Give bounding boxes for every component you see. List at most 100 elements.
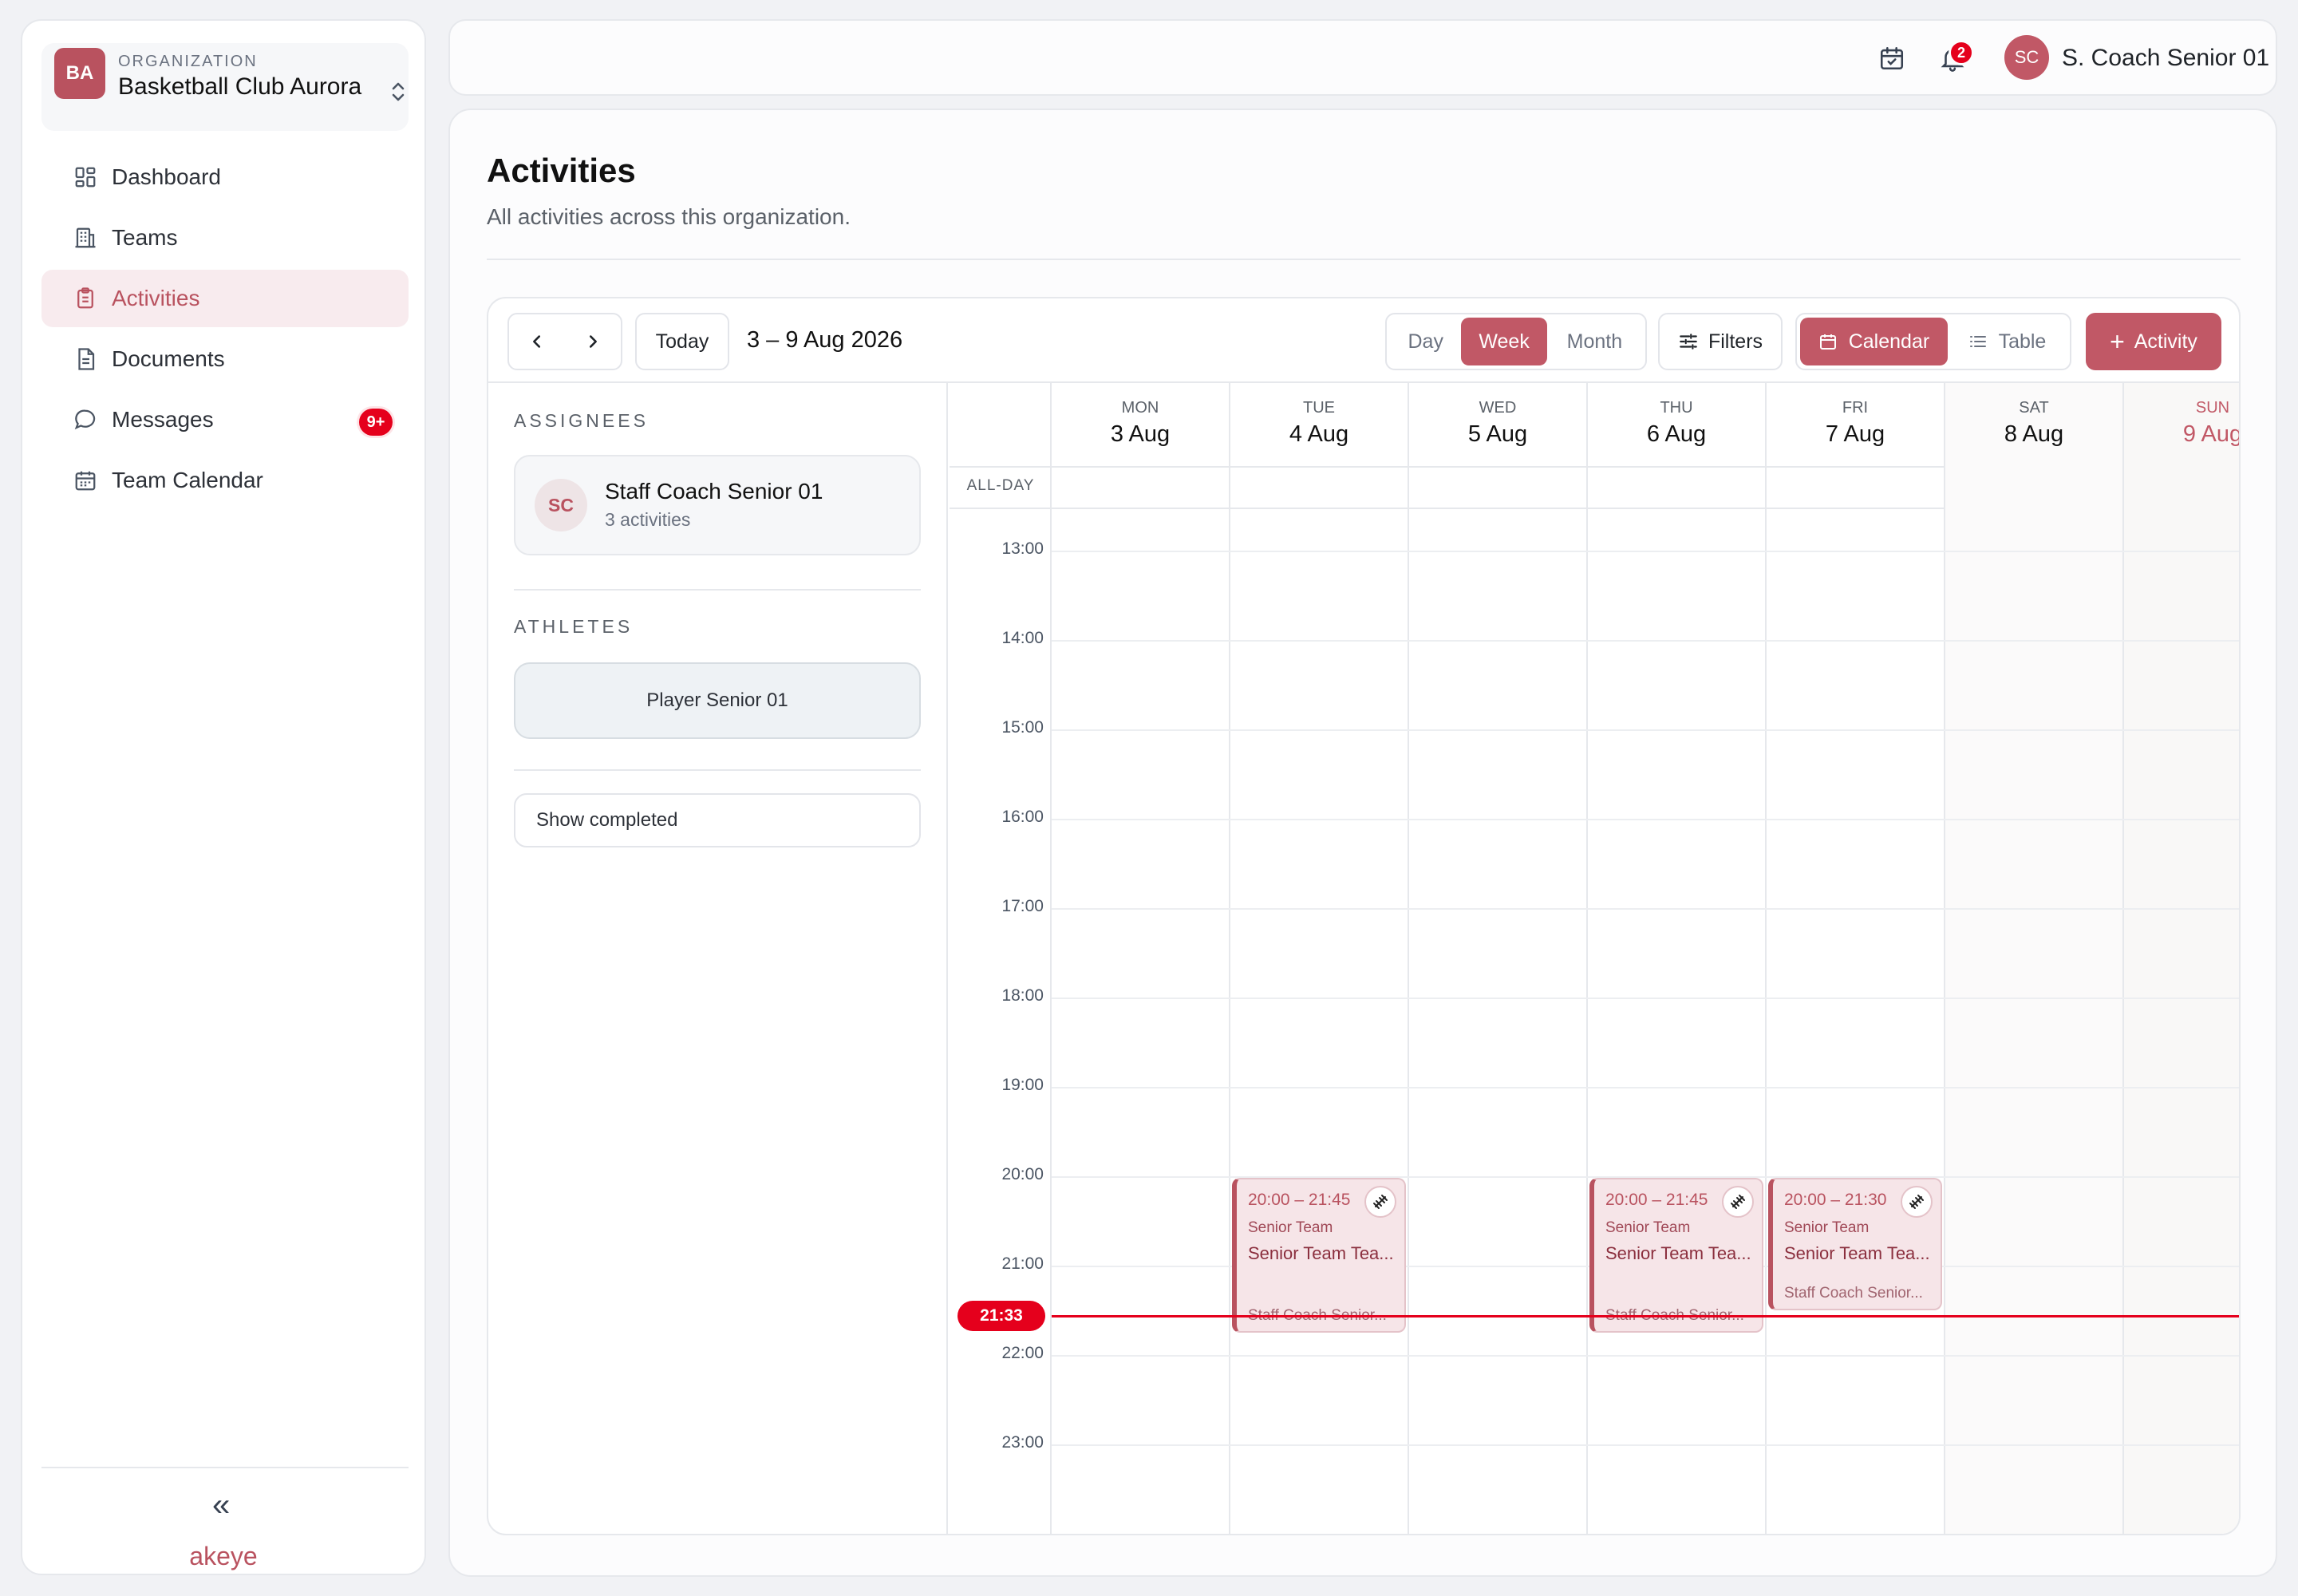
notification-badge: 2 xyxy=(1949,40,1974,65)
sidebar-divider xyxy=(41,1467,409,1468)
sidebar-nav: Dashboard Teams Activities Documents Mes… xyxy=(41,148,409,512)
next-week-button[interactable] xyxy=(565,314,621,369)
collapse-sidebar-button[interactable]: « xyxy=(212,1489,230,1521)
assignee-card[interactable]: SC Staff Coach Senior 01 3 activities xyxy=(514,455,921,555)
chevron-right-icon xyxy=(589,335,597,348)
sidebar-item-dashboard[interactable]: Dashboard xyxy=(41,148,409,206)
day-column-fri[interactable]: FRI 7 Aug xyxy=(1767,383,1945,1534)
day-header[interactable]: FRI 7 Aug xyxy=(1767,383,1944,466)
sidebar-item-label: Activities xyxy=(112,286,200,310)
filter-column: ASSIGNEES SC Staff Coach Senior 01 3 act… xyxy=(488,383,948,1534)
calendar-mode-button[interactable]: Calendar xyxy=(1800,318,1948,365)
add-activity-button[interactable]: + Activity xyxy=(2086,313,2221,370)
event-time: 20:00 – 21:30 xyxy=(1784,1191,1887,1209)
day-header[interactable]: THU 6 Aug xyxy=(1588,383,1765,466)
sidebar-item-teams[interactable]: Teams xyxy=(41,209,409,267)
view-day-button[interactable]: Day xyxy=(1390,318,1461,365)
event-title: Senior Team Tea... xyxy=(1605,1243,1751,1263)
prev-week-button[interactable] xyxy=(509,314,565,369)
hour-label: 19:00 xyxy=(1001,1076,1044,1094)
document-icon xyxy=(73,347,97,371)
building-icon xyxy=(73,226,97,250)
view-switcher: Day Week Month xyxy=(1385,313,1647,370)
event-team: Senior Team xyxy=(1784,1219,1870,1236)
event-time: 20:00 – 21:45 xyxy=(1605,1191,1708,1209)
day-date: 4 Aug xyxy=(1289,421,1349,447)
day-name: WED xyxy=(1479,399,1517,417)
assignee-activity-count: 3 activities xyxy=(605,509,691,530)
sidebar-item-label: Teams xyxy=(112,225,178,250)
date-nav xyxy=(507,313,622,370)
event-title: Senior Team Tea... xyxy=(1248,1243,1394,1263)
add-activity-label: Activity xyxy=(2134,330,2197,353)
view-week-button[interactable]: Week xyxy=(1461,318,1547,365)
filters-label: Filters xyxy=(1708,330,1763,353)
activities-panel: Today 3 – 9 Aug 2026 Day Week Month Filt… xyxy=(487,297,2241,1535)
hour-label: 14:00 xyxy=(1001,629,1044,647)
dashboard-icon xyxy=(73,165,97,189)
week-calendar: ALL-DAY MON 3 Aug TUE 4 Aug WED 5 Aug THU 6 Aug… xyxy=(950,383,2239,1534)
day-name: MON xyxy=(1121,399,1159,417)
hour-label: 22:00 xyxy=(1001,1344,1044,1362)
activity-event[interactable]: 20:00 – 21:30 Senior Team Senior Team Tea.… xyxy=(1768,1178,1942,1310)
clipboard-icon xyxy=(73,286,97,310)
event-assignee: Staff Coach Senior... xyxy=(1784,1285,1923,1302)
hour-gridline xyxy=(1052,998,2239,999)
day-column-sat[interactable]: SAT 8 Aug xyxy=(1945,383,2124,1534)
user-avatar[interactable]: SC xyxy=(2004,35,2049,80)
hour-label: 16:00 xyxy=(1001,808,1044,826)
day-column-wed[interactable]: WED 5 Aug xyxy=(1409,383,1588,1534)
day-name: THU xyxy=(1660,399,1693,417)
assignees-heading: ASSIGNEES xyxy=(514,410,649,431)
day-header[interactable]: MON 3 Aug xyxy=(1052,383,1229,466)
activity-event[interactable]: 20:00 – 21:45 Senior Team Senior Team Tea.… xyxy=(1589,1178,1763,1333)
calendar-check-icon[interactable] xyxy=(1878,45,1905,72)
day-column-mon[interactable]: MON 3 Aug xyxy=(1052,383,1230,1534)
event-time: 20:00 – 21:45 xyxy=(1248,1191,1351,1209)
day-column-thu[interactable]: THU 6 Aug xyxy=(1588,383,1767,1534)
athlete-chip[interactable]: Player Senior 01 xyxy=(514,662,921,739)
chevron-updown-icon[interactable] xyxy=(389,80,407,104)
sidebar-item-team-calendar[interactable]: Team Calendar xyxy=(41,452,409,509)
brand-logo: akeye xyxy=(189,1542,258,1570)
hour-gridline xyxy=(1052,819,2239,820)
table-mode-button[interactable]: Table xyxy=(1948,318,2067,365)
day-name: FRI xyxy=(1842,399,1869,417)
sidebar-item-label: Documents xyxy=(112,346,225,371)
day-header[interactable]: SUN 9 Aug xyxy=(2124,383,2239,466)
assignee-avatar: SC xyxy=(535,479,587,531)
filters-button[interactable]: Filters xyxy=(1658,313,1783,370)
activity-event[interactable]: 20:00 – 21:45 Senior Team Senior Team Tea.… xyxy=(1232,1178,1406,1333)
hour-gridline xyxy=(1052,729,2239,731)
current-time-badge: 21:33 xyxy=(958,1300,1045,1331)
view-month-button[interactable]: Month xyxy=(1547,318,1642,365)
day-name: TUE xyxy=(1303,399,1335,417)
hour-gridline xyxy=(1052,1087,2239,1088)
hour-label: 20:00 xyxy=(1001,1165,1044,1183)
day-column-sun[interactable]: SUN 9 Aug xyxy=(2124,383,2239,1534)
day-name: SUN xyxy=(2195,399,2230,417)
list-icon xyxy=(1968,332,1988,351)
sidebar-item-activities[interactable]: Activities xyxy=(41,270,409,327)
sidebar-item-documents[interactable]: Documents xyxy=(41,330,409,388)
calendar-mode-label: Calendar xyxy=(1848,330,1930,353)
current-time-line xyxy=(1052,1314,2239,1317)
today-button[interactable]: Today xyxy=(635,313,729,370)
day-header[interactable]: WED 5 Aug xyxy=(1409,383,1586,466)
day-column-tue[interactable]: TUE 4 Aug xyxy=(1230,383,1409,1534)
messages-badge: 9+ xyxy=(359,409,393,436)
user-name[interactable]: S. Coach Senior 01 xyxy=(2062,45,2269,72)
dumbbell-icon xyxy=(1901,1186,1933,1218)
mode-switcher: Calendar Table xyxy=(1795,313,2071,370)
hour-label: 23:00 xyxy=(1001,1433,1044,1452)
date-range: 3 – 9 Aug 2026 xyxy=(747,327,903,353)
hour-label: 13:00 xyxy=(1001,539,1044,558)
filter-divider xyxy=(514,589,921,591)
sidebar-item-messages[interactable]: Messages 9+ xyxy=(41,391,409,448)
day-header[interactable]: SAT 8 Aug xyxy=(1945,383,2122,466)
day-header[interactable]: TUE 4 Aug xyxy=(1230,383,1408,466)
day-date: 8 Aug xyxy=(2004,421,2064,447)
show-completed-toggle[interactable]: Show completed xyxy=(514,793,921,847)
sidebar-item-label: Team Calendar xyxy=(112,468,263,492)
hour-label: 15:00 xyxy=(1001,718,1044,737)
